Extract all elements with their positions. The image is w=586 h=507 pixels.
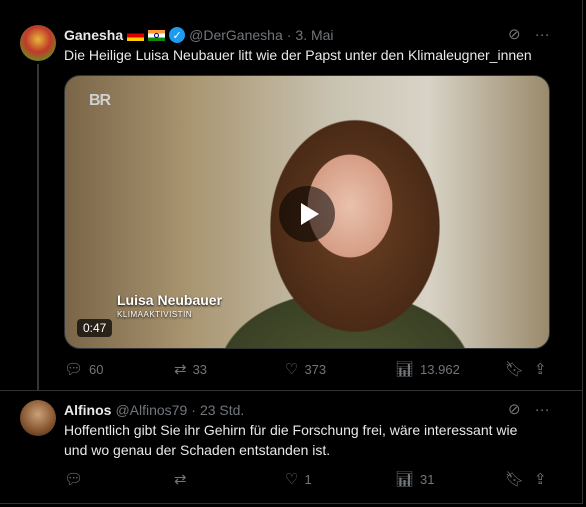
tweet-text: Hoffentlich gibt Sie ihr Gehirn für die … xyxy=(64,420,517,460)
video-duration: 0:47 xyxy=(77,319,113,337)
video-caption-role: KLIMAAKTIVISTIN xyxy=(117,310,193,319)
share-icon: ⇪ xyxy=(534,361,547,378)
tweet-text-line: und wo genau der Schaden entstanden ist. xyxy=(64,442,331,458)
reply-button[interactable]: 💬︎ 60 xyxy=(64,360,104,378)
repost-icon: ⇄ xyxy=(174,361,187,378)
views-button[interactable]: 📊︎ 31 xyxy=(395,470,435,488)
video-caption-name: Luisa Neubauer xyxy=(117,292,223,308)
user-handle[interactable]: @DerGanesha xyxy=(189,27,283,43)
thread-connector-line xyxy=(37,64,39,390)
tweet-date[interactable]: 23 Std. xyxy=(200,402,244,418)
reply-icon: 💬︎ xyxy=(64,361,84,378)
repost-button[interactable]: ⇄ 33 xyxy=(174,360,207,378)
grok-icon[interactable]: ⊘ xyxy=(508,25,521,43)
tweet-date[interactable]: 3. Mai xyxy=(295,27,333,43)
views-count: 31 xyxy=(420,471,435,487)
tweet-top-actions: ⊘ ··· xyxy=(508,400,550,419)
bookmark-icon: 🔖︎ xyxy=(505,361,525,378)
verified-badge-icon[interactable]: ✓ xyxy=(169,27,186,43)
avatar[interactable] xyxy=(20,400,56,436)
avatar[interactable] xyxy=(20,25,56,61)
flag-india-icon xyxy=(148,29,166,41)
display-name[interactable]: Ganesha xyxy=(64,27,123,43)
tweet-header: Alfinos @Alfinos79 · 23 Std. xyxy=(64,400,244,420)
views-count: 13.962 xyxy=(420,361,460,377)
more-icon[interactable]: ··· xyxy=(535,401,550,418)
like-button[interactable]: ♡ 373 xyxy=(285,360,326,378)
tweet-text: Die Heilige Luisa Neubauer litt wie der … xyxy=(64,47,532,63)
bookmark-icon: 🔖︎ xyxy=(505,471,525,488)
views-button[interactable]: 📊︎ 13.962 xyxy=(395,360,460,378)
repost-icon: ⇄ xyxy=(174,471,187,488)
bookmark-button[interactable]: 🔖︎ xyxy=(505,470,524,488)
tweet-divider xyxy=(0,390,583,391)
grok-icon[interactable]: ⊘ xyxy=(508,400,521,418)
like-button[interactable]: ♡ 1 xyxy=(285,470,312,488)
more-icon[interactable]: ··· xyxy=(535,26,550,43)
separator-dot: · xyxy=(286,27,292,43)
tweet-text-line: Hoffentlich gibt Sie ihr Gehirn für die … xyxy=(64,422,518,438)
play-icon[interactable] xyxy=(279,186,335,242)
separator-dot: · xyxy=(191,402,196,418)
like-count: 373 xyxy=(304,361,327,377)
display-name[interactable]: Alfinos xyxy=(64,402,111,418)
views-icon: 📊︎ xyxy=(395,361,415,378)
bookmark-button[interactable]: 🔖︎ xyxy=(505,360,524,378)
user-handle[interactable]: @Alfinos79 xyxy=(115,402,187,418)
repost-button[interactable]: ⇄ xyxy=(174,470,193,488)
tweet-top-actions: ⊘ ··· xyxy=(508,25,550,44)
share-button[interactable]: ⇪ xyxy=(534,360,547,378)
tweet-actions: 💬︎ 60 ⇄ 33 ♡ 373 📊︎ 13.962 🔖︎ ⇪ xyxy=(64,359,550,379)
flag-germany-icon xyxy=(127,29,145,41)
tweet-actions: 💬︎ ⇄ ♡ 1 📊︎ 31 🔖︎ ⇪ xyxy=(64,469,550,489)
like-icon: ♡ xyxy=(285,361,299,378)
video-player[interactable]: BR Luisa Neubauer KLIMAAKTIVISTIN 0:47 xyxy=(64,75,550,349)
br-logo: BR xyxy=(89,92,111,109)
reply-count: 60 xyxy=(89,361,104,377)
like-count: 1 xyxy=(304,471,312,487)
share-icon: ⇪ xyxy=(534,471,547,488)
reply-button[interactable]: 💬︎ xyxy=(64,470,89,488)
tweet-header: Ganesha ✓ @DerGanesha · 3. Mai xyxy=(64,25,334,45)
like-icon: ♡ xyxy=(285,471,299,488)
share-button[interactable]: ⇪ xyxy=(534,470,547,488)
repost-count: 33 xyxy=(192,361,208,377)
views-icon: 📊︎ xyxy=(395,471,415,488)
reply-icon: 💬︎ xyxy=(64,471,84,488)
